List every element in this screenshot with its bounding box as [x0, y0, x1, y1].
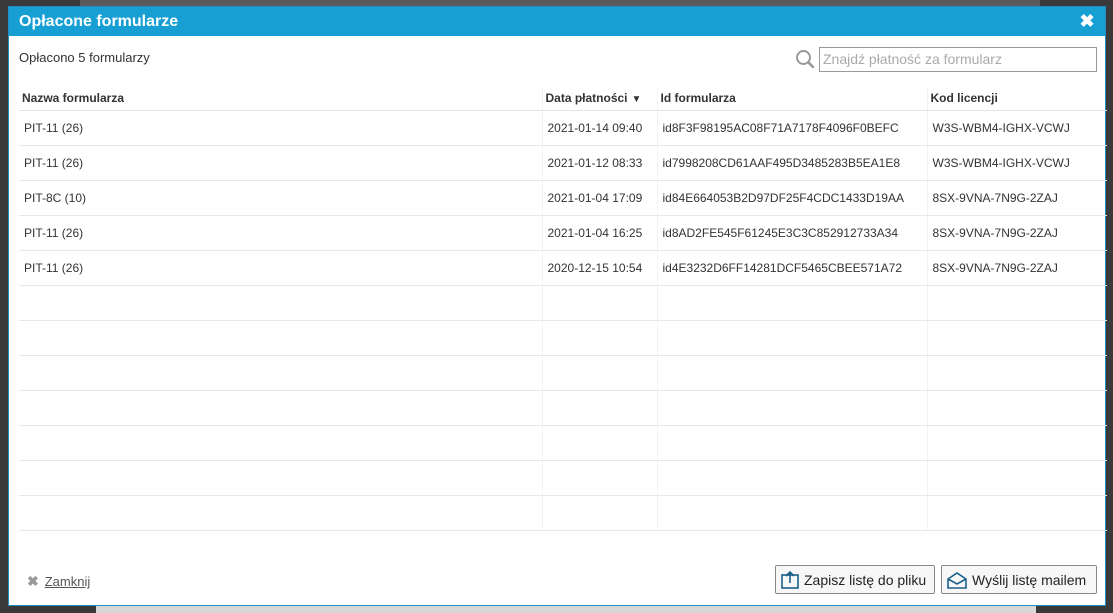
column-header-name-label: Nazwa formularza — [22, 91, 125, 106]
empty-row — [19, 355, 1107, 391]
cell-form-id: id84E664053B2D97DF25F4CDC1433D19AA — [657, 180, 928, 216]
empty-row — [19, 425, 1107, 461]
paid-count-text: Opłacono 5 formularzy — [19, 50, 150, 65]
cell-license-code: 8SX-9VNA-7N9G-2ZAJ — [927, 180, 1107, 216]
cell-license-code: W3S-WBM4-IGHX-VCWJ — [927, 145, 1107, 181]
column-header-date[interactable]: Data płatności ▼ — [542, 87, 658, 111]
column-header-license-label: Kod licencji — [930, 91, 998, 106]
cell-form-id: id7998208CD61AAF495D3485283B5EA1E8 — [657, 145, 928, 181]
send-by-email-button[interactable]: Wyślij listę mailem — [941, 565, 1097, 594]
table-row[interactable]: PIT-11 (26) 2020-12-15 10:54 id4E3232D6F… — [19, 250, 1107, 286]
table-header-row: Nazwa formularza Data płatności ▼ Id form… — [19, 87, 1107, 111]
cell-form-id: id8F3F98195AC08F71A7178F4096F0BEFC — [657, 110, 928, 146]
column-header-id-label: Id formularza — [660, 91, 736, 106]
dialog-titlebar: Opłacone formularze ✖ — [9, 7, 1105, 36]
sort-descending-icon: ▼ — [631, 94, 642, 106]
close-icon[interactable]: ✖ — [1078, 12, 1096, 30]
save-to-file-label: Zapisz listę do pliku — [804, 571, 927, 588]
cell-payment-date: 2020-12-15 10:54 — [542, 250, 658, 286]
column-header-date-label: Data płatności — [545, 91, 628, 106]
cell-form-name: PIT-8C (10) — [19, 180, 543, 216]
table-row[interactable]: PIT-11 (26) 2021-01-12 08:33 id7998208CD… — [19, 145, 1107, 181]
empty-row — [19, 390, 1107, 426]
table-row[interactable]: PIT-11 (26) 2021-01-14 09:40 id8F3F98195… — [19, 110, 1107, 146]
cell-form-name: PIT-11 (26) — [19, 110, 543, 146]
empty-row — [19, 495, 1107, 531]
cell-payment-date: 2021-01-04 17:09 — [542, 180, 658, 216]
cell-form-name: PIT-11 (26) — [19, 250, 543, 286]
forms-table: Nazwa formularza Data płatności ▼ Id form… — [19, 87, 1107, 531]
empty-row — [19, 460, 1107, 496]
search-icon — [796, 50, 815, 69]
cell-payment-date: 2021-01-04 16:25 — [542, 215, 658, 251]
close-x-icon: ✖ — [27, 573, 39, 589]
empty-row — [19, 320, 1107, 356]
column-header-license[interactable]: Kod licencji — [927, 87, 1107, 111]
cell-form-id: id4E3232D6FF14281DCF5465CBEE571A72 — [657, 250, 928, 286]
table-row[interactable]: PIT-11 (26) 2021-01-04 16:25 id8AD2FE545… — [19, 215, 1107, 251]
paid-forms-dialog: Opłacone formularze ✖ Opłacono 5 formula… — [8, 6, 1107, 606]
send-by-email-label: Wyślij listę mailem — [972, 571, 1087, 588]
empty-row — [19, 285, 1107, 321]
search-input[interactable] — [819, 46, 1097, 72]
cell-form-id: id8AD2FE545F61245E3C3C852912733A34 — [657, 215, 928, 251]
dialog-title: Opłacone formularze — [19, 12, 179, 30]
cell-license-code: W3S-WBM4-IGHX-VCWJ — [927, 110, 1107, 146]
mail-icon — [947, 571, 967, 589]
column-header-name[interactable]: Nazwa formularza — [19, 87, 543, 111]
cell-license-code: 8SX-9VNA-7N9G-2ZAJ — [927, 250, 1107, 286]
cell-license-code: 8SX-9VNA-7N9G-2ZAJ — [927, 215, 1107, 251]
column-header-id[interactable]: Id formularza — [657, 87, 928, 111]
close-link-label: Zamknij — [44, 574, 91, 589]
cell-payment-date: 2021-01-14 09:40 — [542, 110, 658, 146]
cell-payment-date: 2021-01-12 08:33 — [542, 145, 658, 181]
cell-form-name: PIT-11 (26) — [19, 145, 543, 181]
table-row[interactable]: PIT-8C (10) 2021-01-04 17:09 id84E664053… — [19, 180, 1107, 216]
save-to-file-button[interactable]: Zapisz listę do pliku — [775, 565, 935, 594]
search-bar — [795, 45, 1097, 73]
background-window-footer — [96, 606, 1036, 613]
close-link[interactable]: ✖ Zamknij — [27, 573, 90, 590]
save-file-icon — [781, 570, 799, 589]
cell-form-name: PIT-11 (26) — [19, 215, 543, 251]
